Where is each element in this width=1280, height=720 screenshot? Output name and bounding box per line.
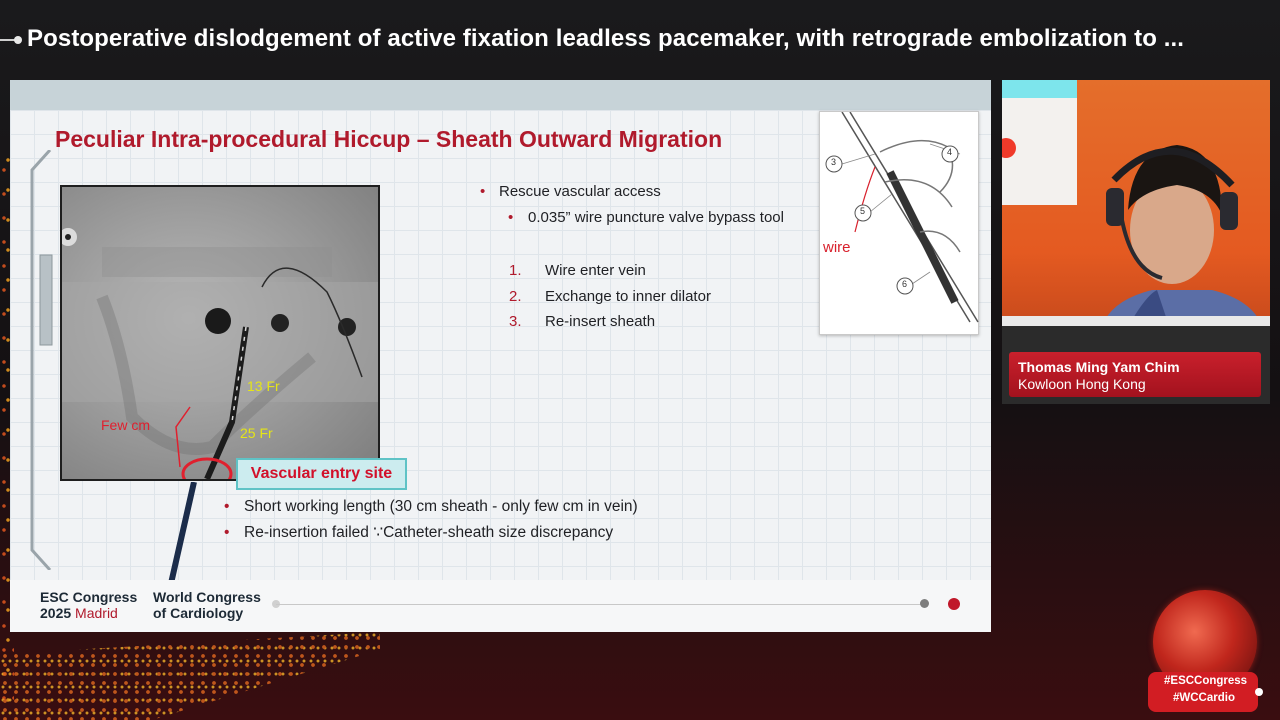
speaker-location: Kowloon Hong Kong [1018, 376, 1146, 392]
esc-year: 2025 [40, 605, 72, 621]
bullet-item: Re-insertion failed ∵Catheter-sheath siz… [224, 522, 638, 548]
fluoroscopy-drawing [62, 228, 378, 479]
step-text: Wire enter vein [545, 262, 646, 279]
step-number: 1. [509, 262, 522, 279]
callout-4: 4 [947, 147, 953, 157]
hashtag-esc: #ESCCongress [1164, 675, 1248, 687]
slide-clip-frame-icon [30, 150, 53, 570]
step-text: Re-insert sheath [545, 313, 656, 330]
rescue-heading: Rescue vascular access [480, 183, 784, 209]
label-25fr: 25 Fr [240, 425, 273, 441]
world-congress-logo-text: World Congress [153, 589, 261, 605]
slide-progress-track [276, 604, 926, 605]
wire-label: wire [823, 239, 851, 256]
step-number: 2. [509, 287, 522, 305]
hashtag-dot-icon [1255, 688, 1263, 696]
step-item: 3. Re-insert sheath [509, 313, 711, 339]
esc-year-city: 2025 Madrid [40, 605, 118, 621]
rescue-bullets: Rescue vascular access 0.035” wire punct… [480, 183, 784, 235]
slide-title: Peculiar Intra-procedural Hiccup – Sheat… [55, 126, 723, 152]
header-bullet-icon [14, 36, 22, 44]
world-congress-logo-text-2: of Cardiology [153, 605, 244, 621]
label-few-cm: Few cm [101, 417, 150, 433]
speaker-figure [1102, 145, 1262, 326]
speaker-name: Thomas Ming Yam Chim [1018, 359, 1180, 375]
esc-city: Madrid [75, 605, 118, 621]
step-number: 3. [509, 313, 522, 330]
slide-progress-current-dot [948, 598, 960, 610]
numbered-steps: 1. Wire enter vein 2. Exchange to inner di… [509, 262, 711, 339]
step-text: Exchange to inner dilator [545, 287, 711, 305]
fluoroscopy-image [60, 185, 380, 481]
decorative-particles-bottom [0, 632, 380, 720]
sheath-device-diagram: 3 4 5 6 wire [819, 111, 979, 335]
rescue-subpoint: 0.035” wire puncture valve bypass tool [508, 209, 784, 235]
session-title: Postoperative dislodgement of active fix… [27, 25, 1185, 52]
hashtag-wc: #WCCardio [1173, 692, 1235, 704]
diagram-drawing [825, 112, 979, 323]
step-item: 1. Wire enter vein [509, 262, 711, 288]
slide-progress-dot [920, 599, 929, 608]
callout-6: 6 [902, 279, 908, 289]
esc-congress-logo-text: ESC Congress [40, 589, 138, 605]
step-item: 2. Exchange to inner dilator [509, 288, 711, 314]
bottom-bullet-list: Short working length (30 cm sheath - onl… [224, 496, 638, 548]
callout-3: 3 [831, 157, 837, 167]
bullet-item: Short working length (30 cm sheath - onl… [224, 496, 638, 522]
video-header: Postoperative dislodgement of active fix… [0, 0, 1280, 80]
desk-edge [1002, 316, 1270, 326]
label-13fr: 13 Fr [247, 378, 280, 394]
vascular-entry-site-label: Vascular entry site [236, 458, 407, 490]
presentation-slide: Peculiar Intra-procedural Hiccup – Sheat… [10, 80, 991, 632]
speaker-video [1002, 80, 1270, 326]
background-strip [1002, 80, 1077, 98]
callout-5: 5 [860, 206, 866, 216]
